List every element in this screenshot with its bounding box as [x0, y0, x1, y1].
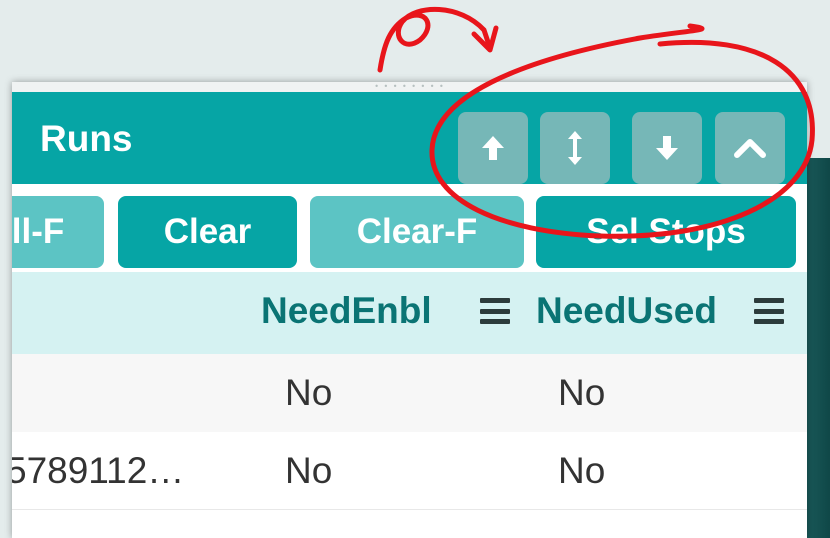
column-header-row: NeedEnbl NeedUsed: [12, 272, 807, 354]
sel-stops-button[interactable]: Sel Stops: [536, 196, 796, 268]
move-up-button[interactable]: [458, 112, 528, 184]
arrow-up-down-icon: [568, 131, 582, 165]
column-menu-icon[interactable]: [480, 298, 510, 324]
clear-filtered-button[interactable]: Clear-F: [310, 196, 524, 268]
grip-icon: • • • • • • • •: [374, 82, 445, 91]
arrow-up-icon: [482, 136, 504, 160]
column-menu-icon[interactable]: [754, 298, 784, 324]
cell-needenbl: No: [285, 372, 333, 413]
panel-header: Runs: [12, 92, 807, 184]
arrow-down-icon: [656, 136, 678, 160]
column-header-needenbl[interactable]: NeedEnbl: [261, 290, 432, 332]
clear-button[interactable]: Clear: [118, 196, 297, 268]
cell-needused: No: [558, 450, 606, 491]
table-row[interactable]: No No: [12, 354, 807, 432]
panel-title: Runs: [40, 118, 133, 159]
collapse-button[interactable]: [715, 112, 785, 184]
cell-first: 5789112…: [12, 450, 185, 491]
column-header-needused[interactable]: NeedUsed: [536, 290, 717, 332]
chevron-up-icon: [734, 139, 766, 158]
drag-handle[interactable]: • • • • • • • •: [12, 82, 807, 92]
expand-vertical-button[interactable]: [540, 112, 610, 184]
cell-needenbl: No: [285, 450, 333, 491]
runs-panel: • • • • • • • • Runs ll-F Clear Clear-F …: [12, 82, 807, 538]
table-row[interactable]: 5789112… No No: [12, 432, 807, 510]
annotation-loop-arrow: [377, 6, 493, 73]
annotation-arrowhead: [471, 25, 499, 53]
toolbar: ll-F Clear Clear-F Sel Stops: [12, 184, 807, 272]
move-down-button[interactable]: [632, 112, 702, 184]
select-all-filtered-button[interactable]: ll-F: [12, 196, 104, 268]
cell-needused: No: [558, 372, 606, 413]
